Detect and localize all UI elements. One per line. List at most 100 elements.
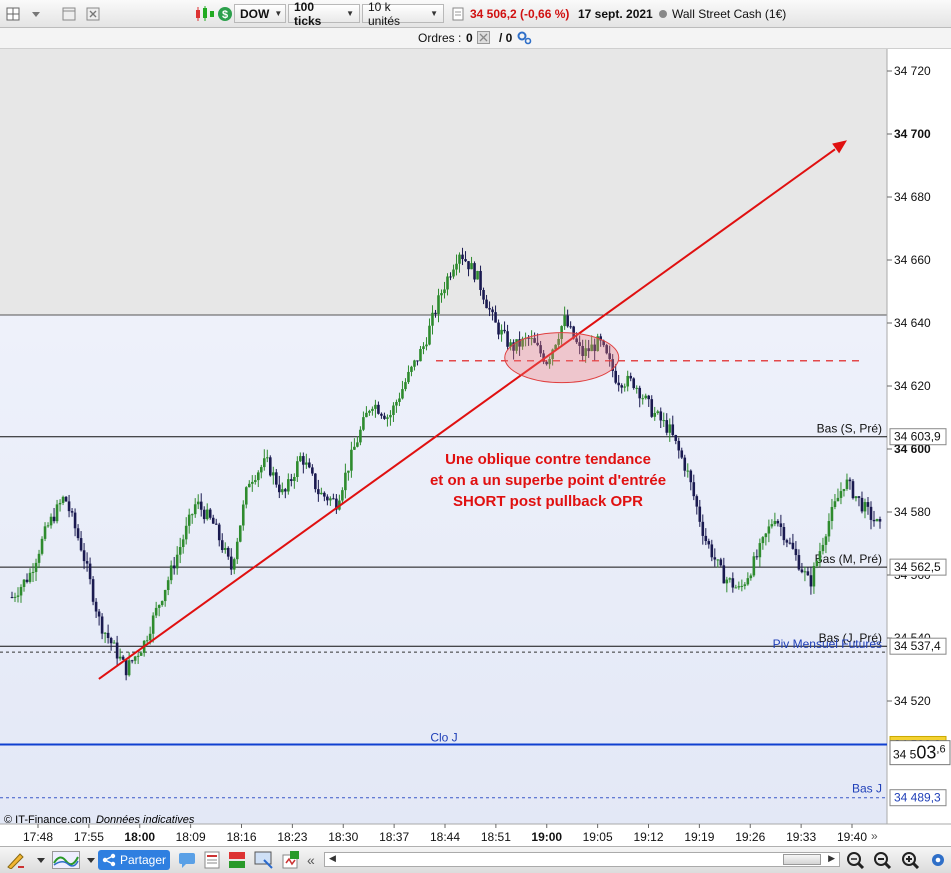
chevron-down-icon: ▼ <box>274 9 283 18</box>
candle <box>91 576 95 606</box>
bottom-toolbar: Partager « ◀ ▶ <box>0 846 951 873</box>
level-label-clo-j: Clo J <box>430 730 457 744</box>
chevron-down-icon: ▼ <box>346 9 354 18</box>
y-tick-label: 34 720 <box>894 64 931 78</box>
indicators-icon[interactable] <box>52 851 80 869</box>
orders-settings-icon[interactable] <box>517 31 532 48</box>
candles-icon[interactable] <box>194 4 216 23</box>
x-tick-label: 19:40 <box>837 830 867 844</box>
svg-text:$: $ <box>222 9 228 21</box>
report-icon[interactable] <box>203 851 221 869</box>
annotation-line: SHORT post pullback OPR <box>453 493 643 510</box>
scroll-thumb[interactable] <box>783 854 821 865</box>
settings-icon[interactable] <box>929 851 947 869</box>
level-label-bas-m-pr: Bas (M, Pré) <box>815 552 882 566</box>
x-axis-scroll-icon[interactable]: » <box>871 829 878 843</box>
annotation-line: et on a un superbe point d'entrée <box>430 472 666 489</box>
price-chart[interactable]: Bas (S, Pré)Bas (M, Pré)Bas (J, Pré)Piv … <box>0 49 951 846</box>
level-value: 34 489,3 <box>894 791 941 805</box>
candle <box>476 270 479 280</box>
y-tick-label: 34 520 <box>894 694 931 708</box>
source-name: © IT-Finance.com <box>4 814 91 826</box>
candle <box>238 525 242 543</box>
x-tick-label: 18:23 <box>277 830 307 844</box>
level-value-badge: 34 537,4 <box>889 637 947 655</box>
status-dot-icon <box>658 4 668 23</box>
source-note: Données indicatives <box>96 814 195 826</box>
x-tick-label: 19:00 <box>531 830 562 844</box>
level-label-bas-s-pr: Bas (S, Pré) <box>817 422 882 436</box>
x-tick-label: 19:26 <box>735 830 765 844</box>
x-tick-label: 19:05 <box>583 830 613 844</box>
x-tick-label: 18:37 <box>379 830 409 844</box>
grid-icon[interactable] <box>6 4 20 23</box>
units-select[interactable]: 10 k unités ▼ <box>362 0 444 28</box>
orders-total: / 0 <box>499 31 513 45</box>
orders-count: 0 <box>466 31 473 45</box>
horizontal-scrollbar[interactable]: ◀ ▶ <box>324 852 840 867</box>
quote-change: 34 506,2 (-0,66 %) <box>470 6 570 21</box>
candle <box>64 496 68 502</box>
symbol-label: DOW <box>240 6 270 21</box>
x-tick-label: 17:55 <box>74 830 104 844</box>
candle <box>268 455 272 477</box>
x-tick-label: 19:19 <box>684 830 714 844</box>
scroll-right-icon[interactable]: ▶ <box>828 853 835 864</box>
dropdown-arrow-icon[interactable] <box>30 4 42 23</box>
svg-text:«: « <box>307 852 315 868</box>
upper-zone <box>0 49 887 315</box>
level-label-bas-j: Bas J <box>852 782 882 796</box>
x-tick-label: 18:16 <box>226 830 256 844</box>
x-tick-label: 17:48 <box>23 830 53 844</box>
dollar-icon[interactable]: $ <box>217 4 233 23</box>
x-tick-label: 18:09 <box>176 830 206 844</box>
zoom-fit-icon[interactable] <box>846 851 865 870</box>
close-icon[interactable] <box>86 4 100 23</box>
orders-cancel-icon[interactable] <box>477 31 490 47</box>
entry-zone-ellipse <box>504 332 620 384</box>
y-tick-label: 34 660 <box>894 253 931 267</box>
screen-icon[interactable] <box>254 851 273 869</box>
x-tick-label: 18:00 <box>124 830 155 844</box>
share-label: Partager <box>119 853 167 867</box>
alert-icon[interactable] <box>281 851 299 869</box>
candle <box>473 261 476 283</box>
current-price-badge: 34 503,6 <box>889 740 951 766</box>
chevron-down-icon: ▼ <box>430 9 438 18</box>
period-label: 100 ticks <box>294 0 322 28</box>
drawing-tools-icon[interactable] <box>6 851 24 870</box>
annotation-line: Une oblique contre tendance <box>445 451 651 468</box>
x-tick-label: 19:33 <box>786 830 816 844</box>
y-tick-label: 34 680 <box>894 190 931 204</box>
units-label: 10 k unités <box>368 0 401 28</box>
y-tick-label: 34 580 <box>894 505 931 519</box>
level-label-piv-mensuel-futures: Piv Mensuel Futures <box>773 637 882 651</box>
x-tick-label: 18:51 <box>481 830 511 844</box>
scroll-left-icon[interactable]: ◀ <box>329 853 336 864</box>
period-select[interactable]: 100 ticks ▼ <box>288 0 360 28</box>
quote-date: 17 sept. 2021 <box>578 6 653 21</box>
x-tick-label: 18:44 <box>430 830 460 844</box>
symbol-select[interactable]: DOW ▼ <box>234 4 286 23</box>
level-value-badge: 34 489,3 <box>889 789 947 807</box>
x-tick-label: 19:12 <box>633 830 663 844</box>
level-value: 34 537,4 <box>894 639 941 653</box>
instrument-name: Wall Street Cash (1€) <box>672 6 787 21</box>
y-tick-label: 34 700 <box>894 127 931 141</box>
candle <box>632 377 636 390</box>
top-toolbar: $ DOW ▼ 100 ticks ▼ 10 k unités ▼ 34 506,2 … <box>0 0 951 28</box>
candle <box>40 536 44 556</box>
window-icon[interactable] <box>62 4 76 23</box>
document-icon[interactable] <box>452 4 464 23</box>
level-value: 34 603,9 <box>894 430 941 444</box>
share-button[interactable]: Partager <box>98 850 170 870</box>
trade-icon[interactable] <box>228 851 246 869</box>
chat-icon[interactable] <box>178 851 196 869</box>
scroll-start-icon[interactable]: « <box>305 851 323 869</box>
y-tick-label: 34 620 <box>894 379 931 393</box>
zoom-out-icon[interactable] <box>873 851 892 870</box>
level-value-badge: 34 603,9 <box>889 428 947 446</box>
zoom-in-icon[interactable] <box>901 851 920 870</box>
level-value-badge: 34 562,5 <box>889 558 947 576</box>
x-tick-label: 18:30 <box>328 830 358 844</box>
